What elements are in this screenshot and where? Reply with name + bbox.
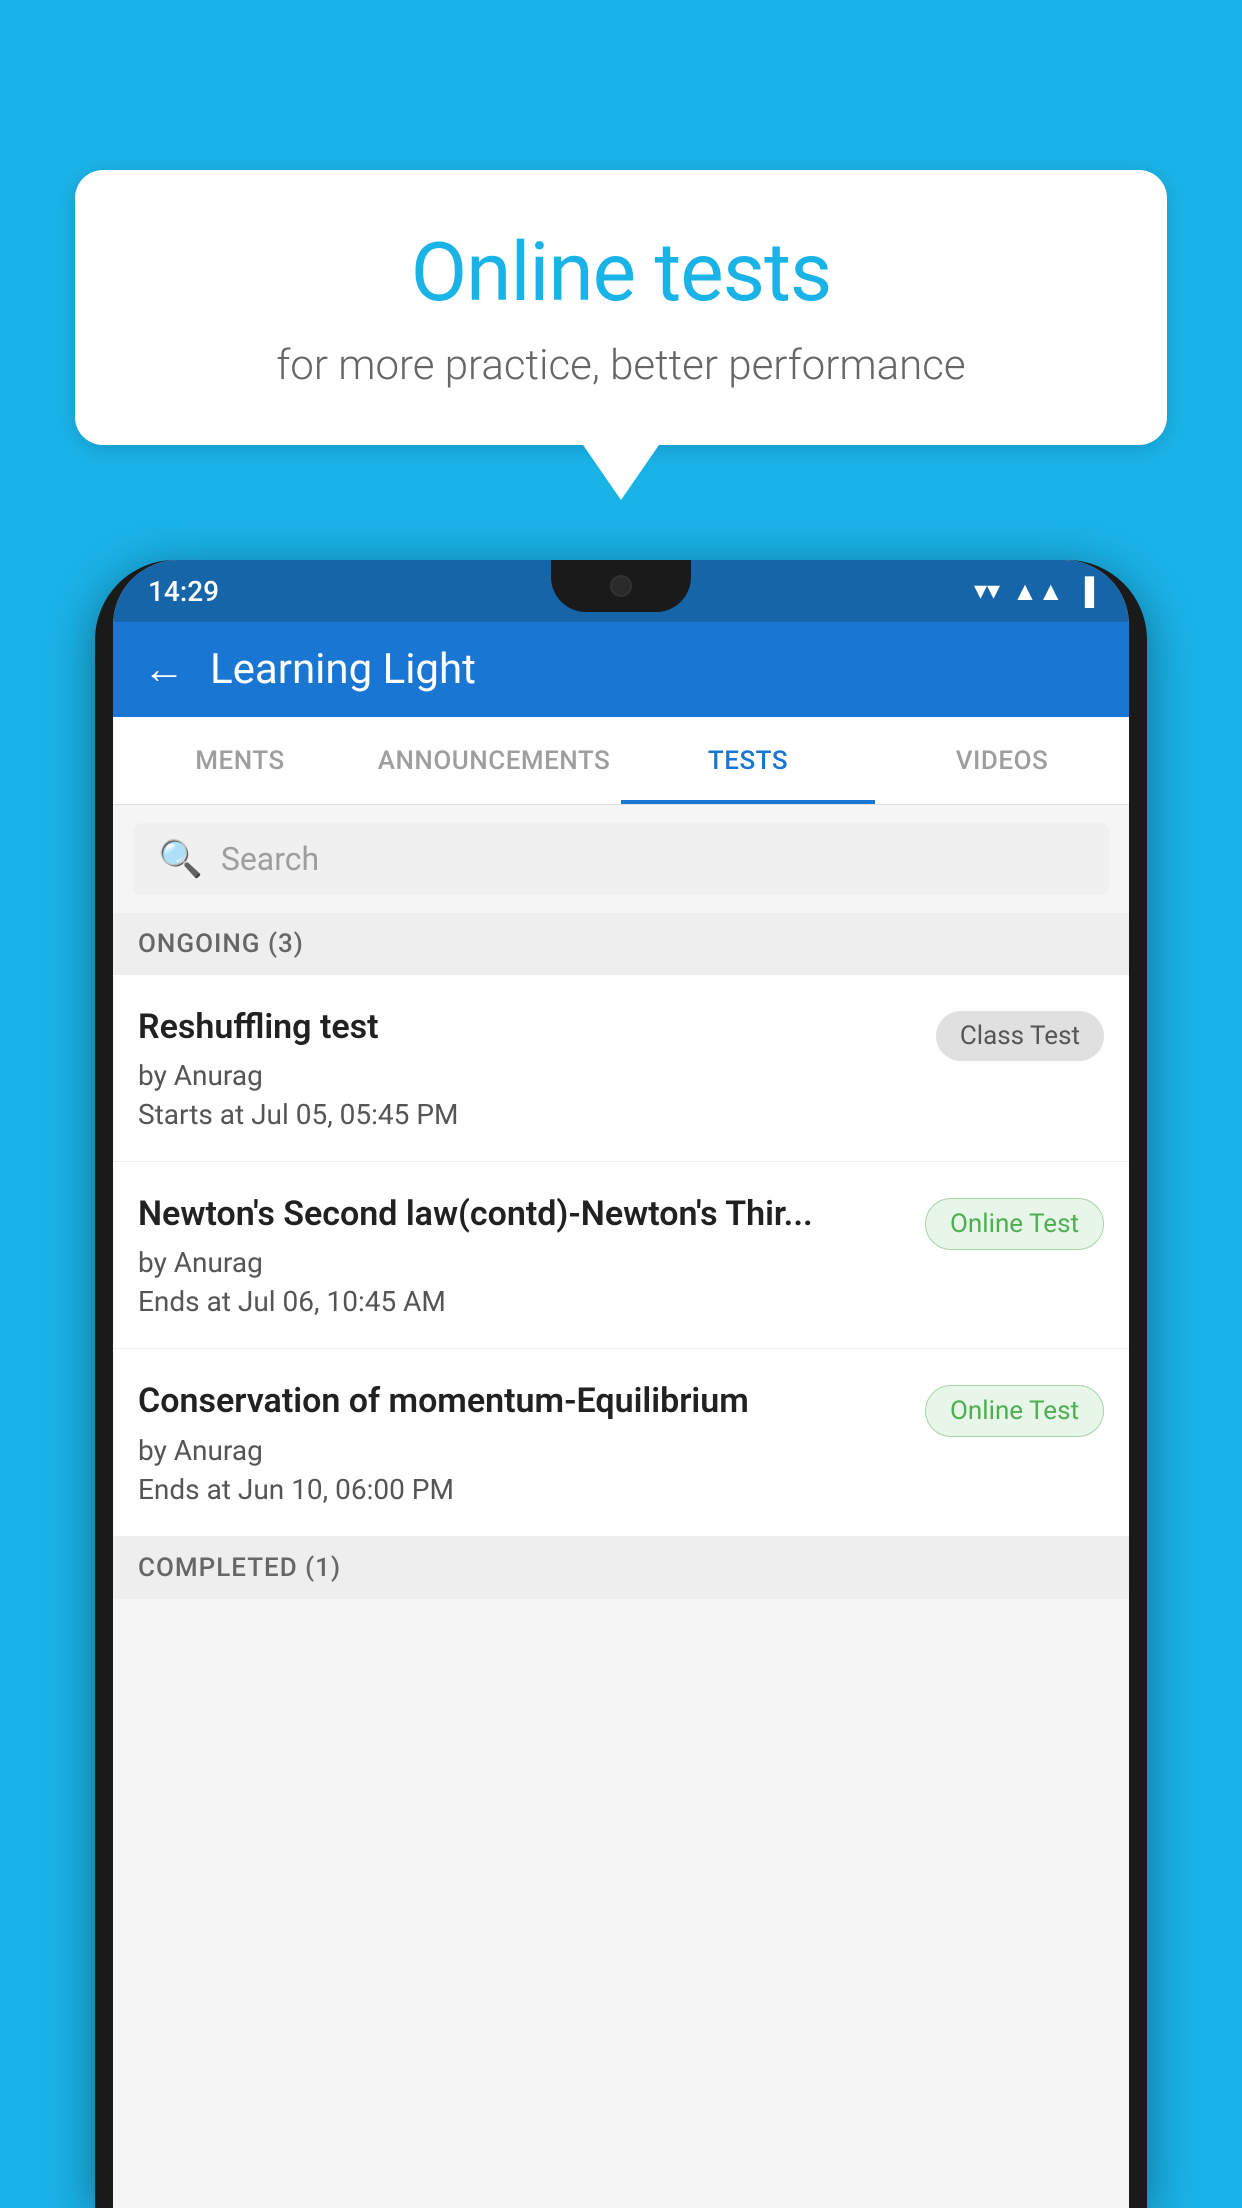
search-icon: 🔍 [158, 838, 203, 880]
phone-notch [551, 560, 691, 612]
app-bar-title: Learning Light [210, 645, 476, 694]
battery-icon: ▐ [1076, 576, 1094, 607]
status-icons: ▾▾ ▲▲ ▐ [974, 576, 1094, 607]
bubble-title: Online tests [135, 225, 1107, 321]
tab-bar: MENTS ANNOUNCEMENTS TESTS VIDEOS [113, 717, 1129, 805]
signal-icon: ▲▲ [1012, 576, 1063, 607]
wifi-icon: ▾▾ [974, 576, 1000, 606]
test-date-conservation: Ends at Jun 10, 06:00 PM [138, 1473, 905, 1506]
ongoing-section-header: ONGOING (3) [113, 913, 1129, 975]
test-item-reshuffling[interactable]: Reshuffling test by Anurag Starts at Jul… [113, 975, 1129, 1162]
test-name-reshuffling: Reshuffling test [138, 1005, 916, 1049]
status-time: 14:29 [148, 575, 219, 608]
phone-frame: 14:29 ▾▾ ▲▲ ▐ ← Learning Light MENTS ANN… [95, 560, 1147, 2208]
test-info-reshuffling: Reshuffling test by Anurag Starts at Jul… [138, 1005, 916, 1131]
test-date-newton: Ends at Jul 06, 10:45 AM [138, 1285, 905, 1318]
test-name-newton: Newton's Second law(contd)-Newton's Thir… [138, 1192, 905, 1236]
test-info-conservation: Conservation of momentum-Equilibrium by … [138, 1379, 905, 1505]
test-list: Reshuffling test by Anurag Starts at Jul… [113, 975, 1129, 1537]
camera-icon [610, 575, 632, 597]
speech-bubble: Online tests for more practice, better p… [75, 170, 1167, 445]
app-bar: ← Learning Light [113, 622, 1129, 717]
test-author-newton: by Anurag [138, 1246, 905, 1279]
badge-class-test: Class Test [936, 1011, 1104, 1061]
tab-announcements[interactable]: ANNOUNCEMENTS [367, 717, 621, 804]
badge-online-test-conservation: Online Test [925, 1385, 1104, 1437]
test-author-conservation: by Anurag [138, 1434, 905, 1467]
back-button[interactable]: ← [143, 645, 185, 694]
badge-online-test-newton: Online Test [925, 1198, 1104, 1250]
bubble-subtitle: for more practice, better performance [135, 341, 1107, 390]
tab-ments[interactable]: MENTS [113, 717, 367, 804]
search-bar[interactable]: 🔍 Search [133, 823, 1109, 895]
test-name-conservation: Conservation of momentum-Equilibrium [138, 1379, 905, 1423]
search-input[interactable]: Search [221, 840, 319, 878]
tab-tests[interactable]: TESTS [621, 717, 875, 804]
completed-section-header: COMPLETED (1) [113, 1537, 1129, 1599]
test-item-newton[interactable]: Newton's Second law(contd)-Newton's Thir… [113, 1162, 1129, 1349]
phone-screen: 14:29 ▾▾ ▲▲ ▐ ← Learning Light MENTS ANN… [113, 560, 1129, 2208]
test-author-reshuffling: by Anurag [138, 1059, 916, 1092]
test-date-reshuffling: Starts at Jul 05, 05:45 PM [138, 1098, 916, 1131]
test-info-newton: Newton's Second law(contd)-Newton's Thir… [138, 1192, 905, 1318]
tab-videos[interactable]: VIDEOS [875, 717, 1129, 804]
test-item-conservation[interactable]: Conservation of momentum-Equilibrium by … [113, 1349, 1129, 1536]
